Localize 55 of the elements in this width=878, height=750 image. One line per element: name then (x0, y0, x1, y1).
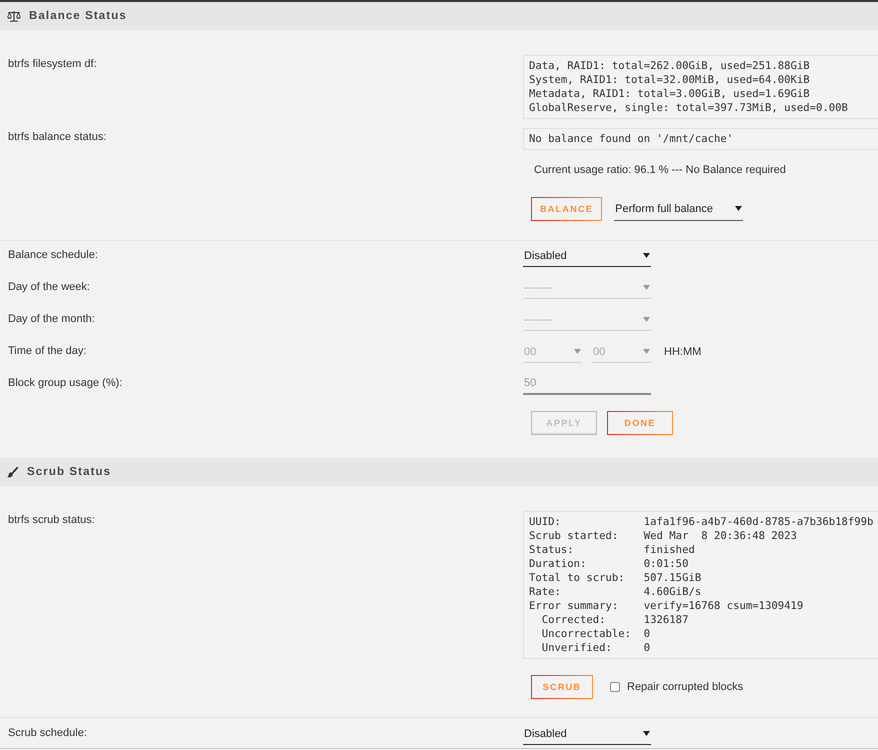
status-value: Wed Mar 8 20:36:48 2023 (644, 529, 797, 543)
status-key: Scrub started: (529, 529, 618, 543)
status-value: 0 (644, 627, 650, 641)
status-key: Unverified: (542, 641, 612, 655)
scrub-button[interactable]: SCRUB (531, 675, 593, 699)
status-value: 1326187 (644, 613, 688, 627)
field-label: Scrub schedule: (8, 726, 88, 741)
balance-mode-select[interactable]: Perform full balance (614, 197, 744, 221)
output-line: Metadata, RAID1: total=3.00GiB, used=1.69GiB (529, 87, 811, 101)
status-key: Duration: (529, 557, 586, 571)
status-key: Status: (529, 543, 574, 557)
caret-icon (643, 731, 650, 736)
caret-icon (643, 317, 650, 322)
checkbox-label: Repair corrupted blocks (627, 681, 744, 693)
output-line: Data, RAID1: total=262.00GiB, used=251.88GiB (529, 59, 811, 73)
status-value: 0 (644, 641, 650, 655)
caret-icon (643, 349, 650, 354)
status-key: Error summary: (529, 599, 618, 613)
status-value: 1afa1f96-a4b7-460d-8785-a7b36b18f99b (644, 515, 874, 529)
field-label: Balance schedule: (8, 248, 99, 263)
done-button[interactable]: DONE (607, 411, 673, 435)
output-line: System, RAID1: total=32.00MiB, used=64.00KiB (529, 73, 811, 87)
repair-checkbox[interactable] (610, 682, 620, 692)
status-key: Corrected: (542, 613, 606, 627)
status-key: Total to scrub: (529, 571, 625, 585)
status-key: Rate: (529, 585, 561, 599)
schedule-select[interactable]: Disabled (523, 723, 651, 745)
section-title: Scrub Status (27, 466, 112, 478)
status-value: 507.15GiB (644, 571, 702, 585)
brush-icon (7, 466, 18, 478)
time-format-hint: HH:MM (664, 345, 702, 360)
caret-icon (643, 253, 650, 258)
caret-icon (643, 285, 650, 290)
field-label: Block group usage (%): (8, 376, 124, 391)
field-label: btrfs scrub status: (8, 513, 96, 527)
balance-status-output: No balance found on '/mnt/cache' (523, 128, 878, 150)
schedule-select[interactable]: Disabled (523, 245, 651, 267)
field-label: btrfs filesystem df: (8, 57, 98, 71)
status-key: Uncorrectable: (542, 627, 632, 641)
field-label: Time of the day: (8, 344, 88, 359)
status-value: 0:01:50 (644, 557, 688, 571)
section-title: Balance Status (29, 10, 127, 22)
output-line: GlobalReserve, single: total=397.73MiB, used=0.00B (529, 101, 849, 115)
scale-icon (7, 10, 21, 22)
field-label: btrfs balance status: (8, 130, 108, 144)
balance-button[interactable]: BALANCE (531, 197, 602, 221)
usage-ratio-text: Current usage ratio: 96.1 % --- No Balance required (533, 163, 786, 177)
status-value: finished (644, 543, 695, 557)
status-key: UUID: (529, 515, 561, 529)
field-label: Day of the week: (8, 280, 91, 295)
caret-icon (735, 206, 742, 211)
status-value: 4.60GiB/s (644, 585, 702, 599)
caret-icon (574, 349, 581, 354)
status-value: verify=16768 csum=1309419 (644, 599, 804, 613)
field-label: Day of the month: (8, 312, 96, 327)
